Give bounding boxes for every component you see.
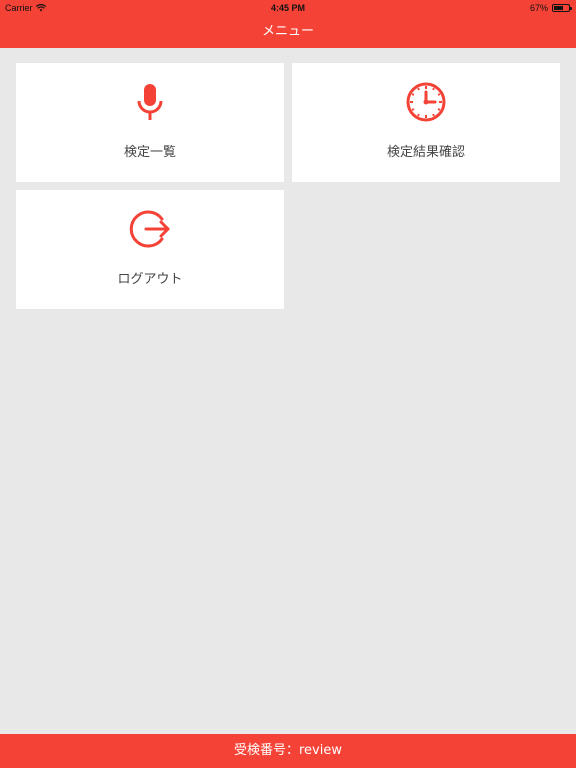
clock-icon (404, 80, 448, 124)
battery-fill (554, 6, 564, 10)
footer-bar: 受検番号：review (0, 734, 576, 768)
status-time: 4:45 PM (270, 3, 305, 13)
status-right: 67% (529, 3, 572, 13)
menu-item-label: 検定一覧 (123, 145, 176, 160)
battery-percent: 67% (529, 3, 548, 13)
menu-item-result-check[interactable]: 検定結果確認 (292, 63, 560, 182)
microphone-icon (128, 80, 172, 124)
menu-item-logout[interactable]: ログアウト (16, 190, 284, 309)
exam-number-label: 受検番号：review (234, 743, 342, 758)
nav-bar: メニュー (0, 16, 576, 48)
status-bar: Carrier 4:45 PM 67% (0, 0, 576, 16)
page-title: メニュー (261, 24, 314, 39)
menu-item-exam-list[interactable]: 検定一覧 (16, 63, 284, 182)
logout-icon (128, 207, 172, 251)
menu-item-label: 検定結果確認 (386, 145, 465, 160)
menu-item-label: ログアウト (117, 272, 183, 287)
battery-icon (552, 4, 572, 12)
